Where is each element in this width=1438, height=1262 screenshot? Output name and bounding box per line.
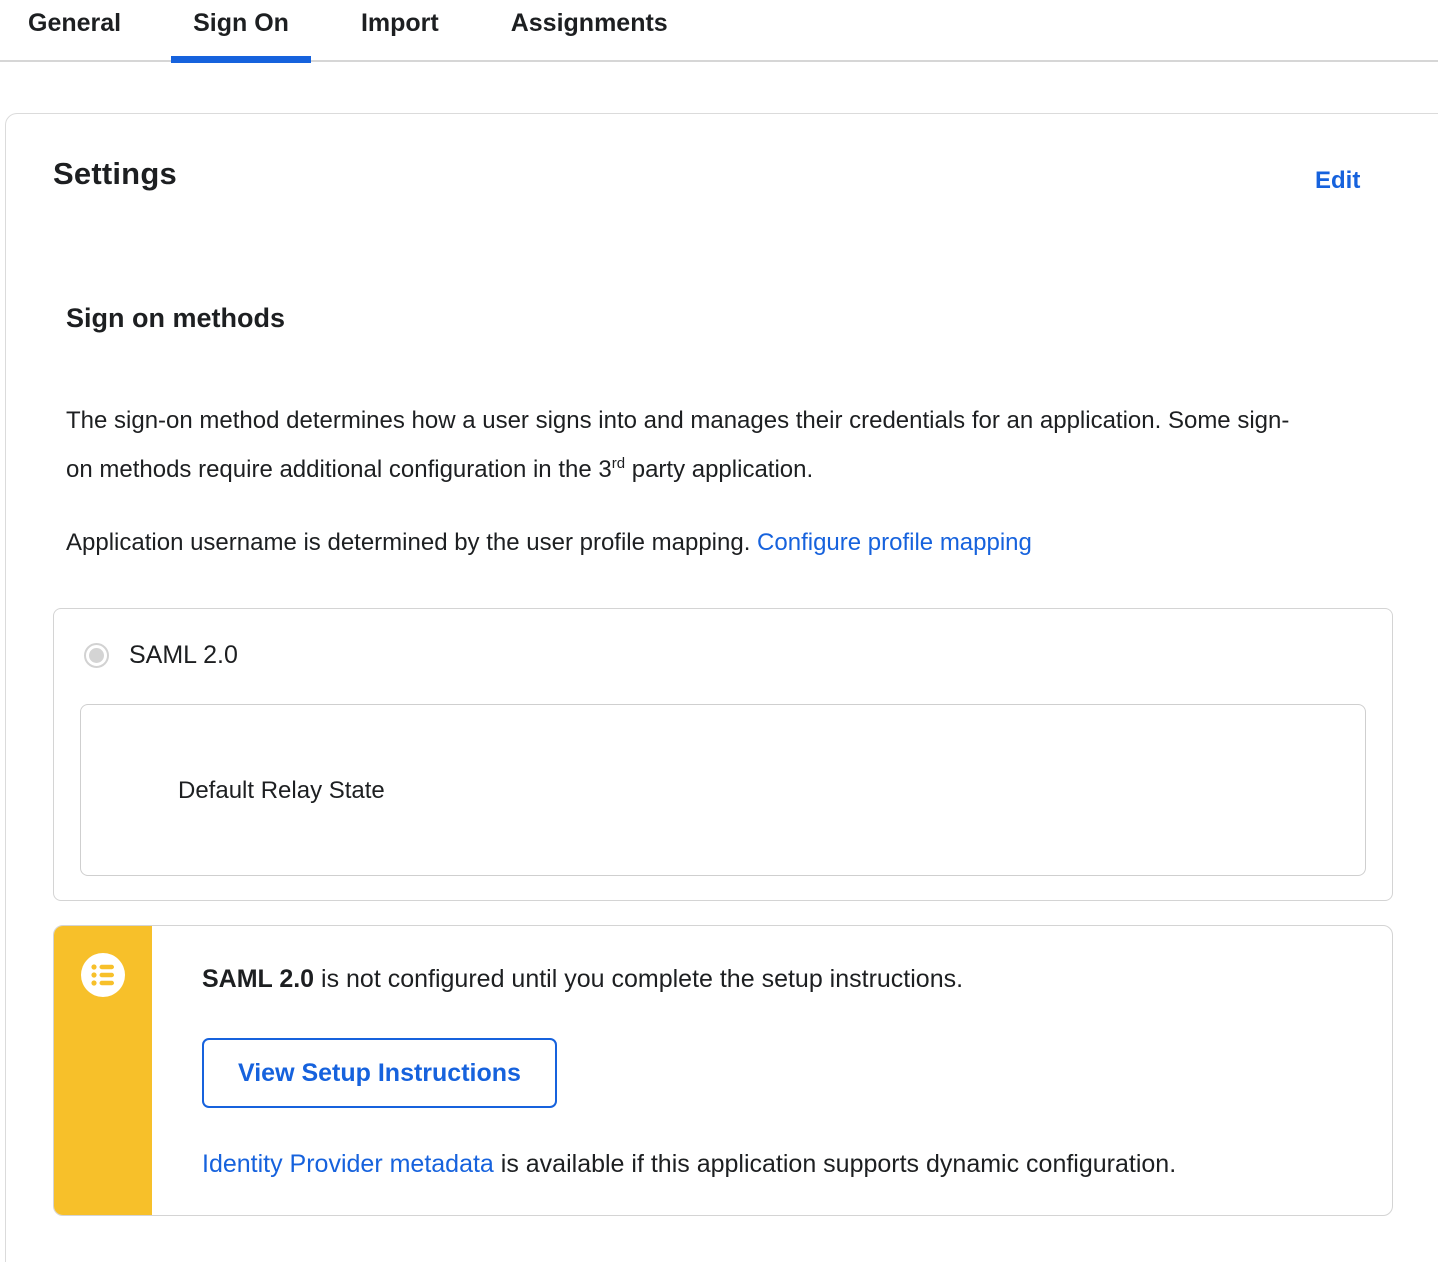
configure-profile-mapping-link[interactable]: Configure profile mapping [757, 529, 1032, 556]
callout-accent-bar [54, 926, 152, 1215]
tab-import[interactable]: Import [339, 0, 461, 60]
settings-card: Settings Edit Sign on methods The sign-o… [5, 113, 1438, 1262]
tab-assignments[interactable]: Assignments [489, 0, 690, 60]
saml-radio-label: SAML 2.0 [129, 641, 238, 669]
default-relay-state-label: Default Relay State [178, 777, 385, 804]
username-mapping-text: Application username is determined by th… [66, 529, 758, 556]
view-setup-instructions-button[interactable]: View Setup Instructions [202, 1038, 557, 1108]
default-relay-state-panel: Default Relay State [80, 704, 1366, 876]
saml-setup-callout: SAML 2.0 is not configured until you com… [53, 925, 1393, 1216]
metadata-note-rest: is available if this application support… [493, 1150, 1177, 1178]
sign-on-methods-heading: Sign on methods [66, 303, 285, 333]
callout-message-rest: is not configured until you complete the… [314, 965, 964, 993]
sign-on-methods-description: The sign-on method determines how a user… [66, 396, 1306, 494]
tab-general[interactable]: General [6, 0, 143, 60]
callout-message: SAML 2.0 is not configured until you com… [202, 965, 963, 994]
description-superscript: rd [611, 455, 626, 472]
username-mapping-note: Application username is determined by th… [66, 518, 1306, 567]
identity-provider-metadata-link[interactable]: Identity Provider metadata [202, 1150, 494, 1178]
saml-method-box: SAML 2.0 Default Relay State [53, 608, 1393, 901]
metadata-note: Identity Provider metadata is available … [202, 1150, 1176, 1179]
tab-sign-on[interactable]: Sign On [171, 0, 311, 63]
saml-radio-button[interactable] [84, 643, 109, 668]
callout-message-bold: SAML 2.0 [202, 965, 315, 993]
app-tab-bar: General Sign On Import Assignments [0, 0, 1438, 63]
setup-list-icon [81, 953, 125, 997]
settings-title: Settings [53, 156, 177, 191]
edit-button[interactable]: Edit [1315, 167, 1360, 195]
description-text-tail: party application. [625, 456, 814, 483]
